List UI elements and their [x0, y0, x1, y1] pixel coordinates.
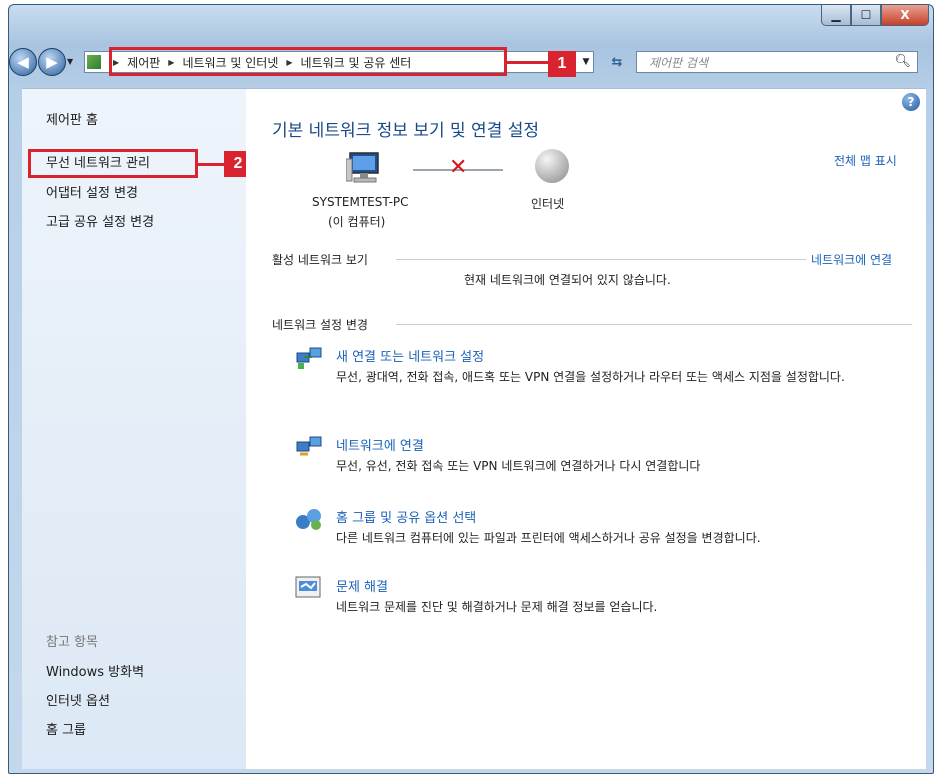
computer-icon[interactable]: [345, 151, 384, 191]
sidebar: 제어판 홈 무선 네트워크 관리 어댑터 설정 변경 고급 공유 설정 변경 참…: [22, 88, 246, 769]
callout-connector-2: [198, 163, 224, 166]
sidebar-item-internet-options[interactable]: 인터넷 옵션: [46, 690, 110, 709]
maximize-button[interactable]: ☐: [851, 5, 881, 26]
callout-connector-1: [507, 61, 548, 64]
sidebar-item-adapter-settings[interactable]: 어댑터 설정 변경: [46, 182, 138, 201]
troubleshoot-icon[interactable]: [294, 575, 324, 601]
disconnected-x-icon[interactable]: ✕: [449, 155, 467, 180]
task-connect-to-network-desc: 무선, 유선, 전화 접속 또는 VPN 네트워크에 연결하거나 다시 연결합니…: [336, 459, 701, 473]
search-input[interactable]: [647, 53, 891, 73]
internet-globe-icon[interactable]: [535, 149, 569, 183]
window-controls: ▁ ☐ X: [821, 5, 929, 26]
see-also-heading: 참고 항목: [46, 635, 98, 650]
forward-button[interactable]: ▶: [38, 48, 66, 76]
task-connect-to-network[interactable]: 네트워크에 연결: [336, 435, 424, 454]
main-panel: ? 기본 네트워크 정보 보기 및 연결 설정 전체 맵 표시 ✕ SYSTEM…: [246, 88, 926, 769]
callout-badge-1: 1: [548, 51, 576, 77]
page-title: 기본 네트워크 정보 보기 및 연결 설정: [272, 121, 540, 141]
connect-to-network-link[interactable]: 네트워크에 연결: [811, 251, 892, 268]
change-settings-heading: 네트워크 설정 변경: [272, 318, 368, 332]
divider: [396, 324, 912, 325]
connect-network-icon[interactable]: [294, 434, 324, 460]
homegroup-icon[interactable]: [294, 506, 324, 532]
search-icon[interactable]: 🔍︎: [894, 54, 911, 69]
recent-pages-dropdown[interactable]: ▼: [67, 57, 73, 66]
task-homegroup-sharing-desc: 다른 네트워크 컴퓨터에 있는 파일과 프린터에 액세스하거나 공유 설정을 변…: [336, 531, 761, 545]
search-box[interactable]: 🔍︎: [636, 51, 918, 73]
task-setup-new-connection-desc: 무선, 광대역, 전화 접속, 애드혹 또는 VPN 연결을 설정하거나 라우터…: [336, 370, 845, 384]
no-connection-message: 현재 네트워크에 연결되어 있지 않습니다.: [464, 273, 671, 287]
arrow-left-icon: ◀: [17, 53, 29, 71]
address-dropdown-button[interactable]: ▼: [578, 51, 594, 73]
divider: [396, 259, 806, 260]
task-homegroup-sharing[interactable]: 홈 그룹 및 공유 옵션 선택: [336, 507, 476, 526]
see-full-map-link[interactable]: 전체 맵 표시: [834, 152, 897, 169]
task-troubleshoot[interactable]: 문제 해결: [336, 576, 388, 595]
internet-label: 인터넷: [531, 197, 565, 211]
refresh-icon: ⇆: [611, 54, 623, 70]
control-panel-icon: [87, 55, 101, 69]
chevron-down-icon: ▼: [582, 57, 590, 67]
sidebar-item-homegroup[interactable]: 홈 그룹: [46, 719, 86, 738]
sidebar-item-windows-firewall[interactable]: Windows 방화벽: [46, 661, 144, 680]
computer-name-label: SYSTEMTEST-PC: [312, 195, 409, 209]
close-button[interactable]: X: [881, 5, 929, 26]
arrow-right-icon: ▶: [46, 53, 58, 71]
new-connection-icon[interactable]: [294, 345, 324, 371]
sidebar-item-advanced-sharing[interactable]: 고급 공유 설정 변경: [46, 211, 154, 230]
back-button[interactable]: ◀: [9, 48, 37, 76]
this-computer-label: (이 컴퓨터): [328, 215, 386, 229]
active-networks-heading: 활성 네트워크 보기: [272, 253, 368, 267]
callout-box-1: [109, 47, 507, 76]
task-troubleshoot-desc: 네트워크 문제를 진단 및 해결하거나 문제 해결 정보를 얻습니다.: [336, 600, 658, 614]
refresh-button[interactable]: ⇆: [604, 51, 630, 73]
callout-box-2: [28, 149, 198, 178]
sidebar-item-control-panel-home[interactable]: 제어판 홈: [46, 109, 98, 128]
task-setup-new-connection[interactable]: 새 연결 또는 네트워크 설정: [336, 346, 484, 365]
minimize-button[interactable]: ▁: [821, 5, 851, 26]
help-icon[interactable]: ?: [902, 93, 920, 111]
